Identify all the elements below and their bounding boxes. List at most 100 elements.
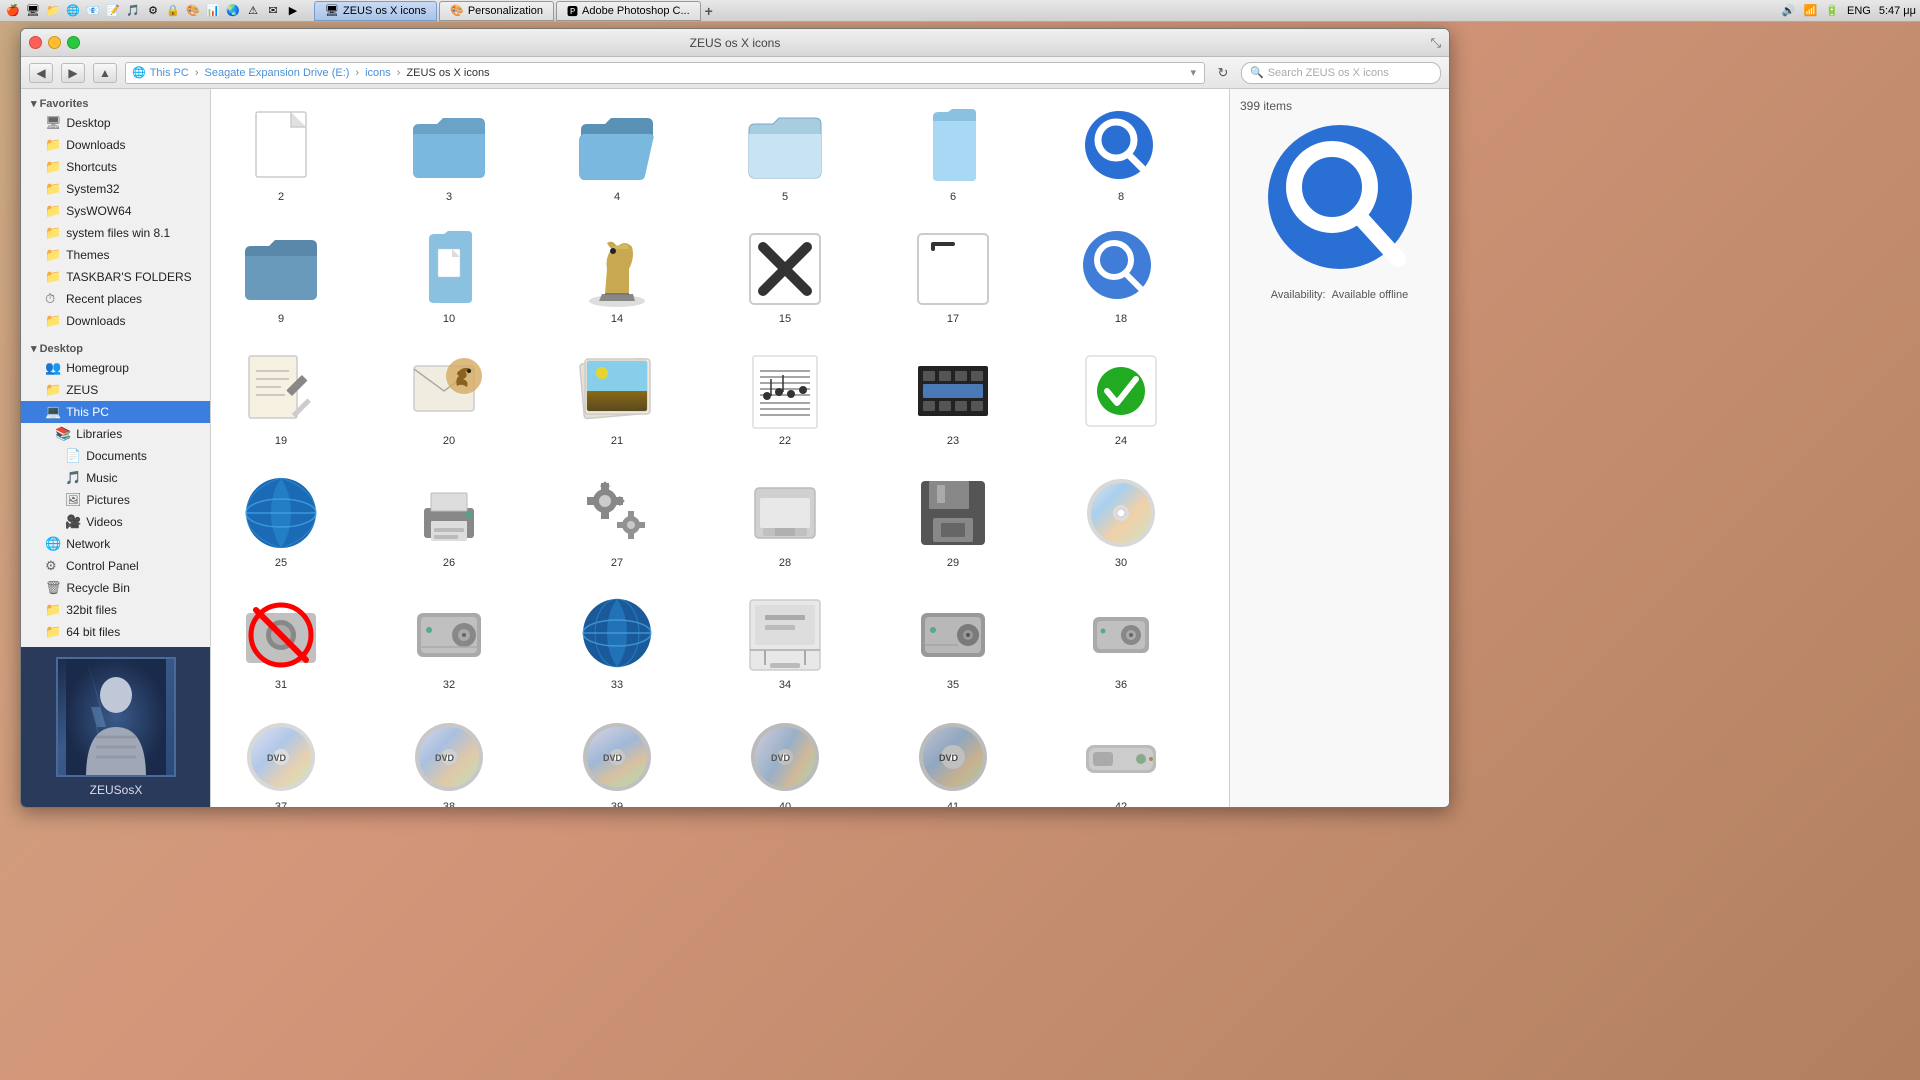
taskbar-icon-6[interactable]: 🎵 bbox=[124, 2, 142, 20]
taskbar-icon-2[interactable]: 📁 bbox=[44, 2, 62, 20]
taskbar-icon-13[interactable]: ✉ bbox=[264, 2, 282, 20]
breadcrumb-zeus[interactable]: ZEUS os X icons bbox=[406, 67, 489, 79]
taskbar-tab-personalization[interactable]: 🎨 Personalization bbox=[439, 1, 554, 21]
grid-item-23[interactable]: 23 bbox=[893, 343, 1013, 455]
maximize-button[interactable] bbox=[67, 36, 80, 49]
taskbar-icon-8[interactable]: 🔒 bbox=[164, 2, 182, 20]
taskbar-icon-10[interactable]: 📊 bbox=[204, 2, 222, 20]
taskbar-icon-11[interactable]: 🌏 bbox=[224, 2, 242, 20]
close-button[interactable] bbox=[29, 36, 42, 49]
grid-item-26[interactable]: 26 bbox=[389, 465, 509, 577]
taskbar-icon-12[interactable]: ⚠ bbox=[244, 2, 262, 20]
grid-item-18[interactable]: 18 bbox=[1061, 221, 1181, 333]
sidebar-item-zeus[interactable]: 📁 ZEUS bbox=[21, 379, 210, 401]
taskbar-icon-9[interactable]: 🎨 bbox=[184, 2, 202, 20]
sidebar-item-recent[interactable]: ⏱ Recent places bbox=[21, 288, 210, 310]
sidebar-item-downloads2[interactable]: 📁 Downloads bbox=[21, 310, 210, 332]
taskbar-network-icon[interactable]: 📶 bbox=[1804, 4, 1818, 17]
grid-item-34[interactable]: 34 bbox=[725, 587, 845, 699]
grid-item-31[interactable]: 31 bbox=[221, 587, 341, 699]
grid-item-20[interactable]: 20 bbox=[389, 343, 509, 455]
grid-item-27[interactable]: 27 bbox=[557, 465, 677, 577]
grid-item-2[interactable]: 2 bbox=[221, 99, 341, 211]
grid-item-15[interactable]: 15 bbox=[725, 221, 845, 333]
grid-item-5[interactable]: 5 bbox=[725, 99, 845, 211]
grid-item-22[interactable]: 22 bbox=[725, 343, 845, 455]
grid-item-29[interactable]: 29 bbox=[893, 465, 1013, 577]
grid-item-33[interactable]: 33 bbox=[557, 587, 677, 699]
sidebar-item-system32[interactable]: 📁 System32 bbox=[21, 178, 210, 200]
taskbar-icon-4[interactable]: 📧 bbox=[84, 2, 102, 20]
sidebar-item-32bit[interactable]: 📁 32bit files bbox=[21, 599, 210, 621]
grid-item-4[interactable]: 4 bbox=[557, 99, 677, 211]
window-resize-icon[interactable]: ⤡ bbox=[1431, 35, 1441, 51]
sidebar-item-shortcuts[interactable]: 📁 Shortcuts bbox=[21, 156, 210, 178]
sidebar-item-music[interactable]: 🎵 Music bbox=[21, 467, 210, 489]
sidebar-item-64bit[interactable]: 📁 64 bit files bbox=[21, 621, 210, 643]
grid-item-10[interactable]: 10 bbox=[389, 221, 509, 333]
sidebar-item-videos[interactable]: 🎥 Videos bbox=[21, 511, 210, 533]
grid-item-28[interactable]: 28 bbox=[725, 465, 845, 577]
grid-item-17[interactable]: 17 bbox=[893, 221, 1013, 333]
breadcrumb-thispc[interactable]: This PC bbox=[150, 67, 189, 79]
taskbar-icon-14[interactable]: ▶ bbox=[284, 2, 302, 20]
sidebar-item-libraries[interactable]: 📚 Libraries bbox=[21, 423, 210, 445]
grid-item-37[interactable]: DVD 37 bbox=[221, 709, 341, 807]
breadcrumb-icons[interactable]: icons bbox=[365, 67, 391, 79]
breadcrumb-seagate[interactable]: Seagate Expansion Drive (E:) bbox=[205, 67, 350, 79]
grid-item-25[interactable]: 25 bbox=[221, 465, 341, 577]
taskbar-icon-7[interactable]: ⚙ bbox=[144, 2, 162, 20]
sidebar-item-desktop[interactable]: 🖥 Desktop bbox=[21, 112, 210, 134]
grid-item-9[interactable]: 9 bbox=[221, 221, 341, 333]
taskbar-lang[interactable]: ENG bbox=[1847, 5, 1871, 17]
taskbar-icon-5[interactable]: 📝 bbox=[104, 2, 122, 20]
sidebar-item-recycle[interactable]: 🗑 Recycle Bin bbox=[21, 577, 210, 599]
sidebar-desktop-header[interactable]: ▾ Desktop bbox=[21, 338, 210, 357]
sidebar-item-controlpanel[interactable]: ⚙ Control Panel bbox=[21, 555, 210, 577]
grid-item-36[interactable]: 36 bbox=[1061, 587, 1181, 699]
sidebar-item-pictures[interactable]: 🖼 Pictures bbox=[21, 489, 210, 511]
sidebar-item-taskbars[interactable]: 📁 TASKBAR'S FOLDERS bbox=[21, 266, 210, 288]
sidebar-item-network[interactable]: 🌐 Network bbox=[21, 533, 210, 555]
address-bar[interactable]: 🌐 This PC › Seagate Expansion Drive (E:)… bbox=[125, 62, 1205, 84]
taskbar-icon-3[interactable]: 🌐 bbox=[64, 2, 82, 20]
search-box[interactable]: 🔍 Search ZEUS os X icons bbox=[1241, 62, 1441, 84]
grid-item-39[interactable]: DVD 39 bbox=[557, 709, 677, 807]
grid-item-24[interactable]: 24 bbox=[1061, 343, 1181, 455]
grid-item-3[interactable]: 3 bbox=[389, 99, 509, 211]
taskbar-new-tab-btn[interactable]: + bbox=[705, 3, 713, 19]
grid-item-38[interactable]: DVD 38 bbox=[389, 709, 509, 807]
sidebar-item-syswow64[interactable]: 📁 SysWOW64 bbox=[21, 200, 210, 222]
up-button[interactable]: ▲ bbox=[93, 63, 117, 83]
sidebar-item-documents[interactable]: 📄 Documents bbox=[21, 445, 210, 467]
grid-item-35[interactable]: 35 bbox=[893, 587, 1013, 699]
taskbar-tab-zeus[interactable]: 🖥 ZEUS os X icons bbox=[314, 1, 437, 21]
grid-item-40[interactable]: DVD 40 bbox=[725, 709, 845, 807]
grid-item-8[interactable]: 8 bbox=[1061, 99, 1181, 211]
taskbar-icon-1[interactable]: 🖥 bbox=[24, 2, 42, 20]
grid-item-6[interactable]: 6 bbox=[893, 99, 1013, 211]
taskbar-tab-photoshop[interactable]: 🅿 Adobe Photoshop C... bbox=[556, 1, 701, 21]
forward-button[interactable]: ▶ bbox=[61, 63, 85, 83]
refresh-button[interactable]: ↻ bbox=[1213, 63, 1233, 83]
minimize-button[interactable] bbox=[48, 36, 61, 49]
sidebar-favorites-header[interactable]: ▾ Favorites bbox=[21, 93, 210, 112]
taskbar-apple-icon[interactable]: 🍎 bbox=[4, 2, 22, 20]
address-dropdown-icon[interactable]: ▾ bbox=[1190, 66, 1196, 79]
sidebar-item-themes[interactable]: 📁 Themes bbox=[21, 244, 210, 266]
sidebar-item-thispc[interactable]: 💻 This PC bbox=[21, 401, 210, 423]
sidebar-item-homegroup[interactable]: 👥 Homegroup bbox=[21, 357, 210, 379]
grid-icon-25 bbox=[241, 473, 321, 553]
sidebar-item-downloads[interactable]: 📁 Downloads bbox=[21, 134, 210, 156]
taskbar-battery-icon[interactable]: 🔋 bbox=[1825, 4, 1839, 17]
grid-item-19[interactable]: 19 bbox=[221, 343, 341, 455]
grid-item-42[interactable]: 42 bbox=[1061, 709, 1181, 807]
grid-item-30[interactable]: 30 bbox=[1061, 465, 1181, 577]
grid-item-14[interactable]: 14 bbox=[557, 221, 677, 333]
grid-item-32[interactable]: 32 bbox=[389, 587, 509, 699]
taskbar-volume-icon[interactable]: 🔊 bbox=[1782, 4, 1796, 17]
grid-item-21[interactable]: 21 bbox=[557, 343, 677, 455]
back-button[interactable]: ◀ bbox=[29, 63, 53, 83]
sidebar-item-sysfiles[interactable]: 📁 system files win 8.1 bbox=[21, 222, 210, 244]
grid-item-41[interactable]: DVD 41 bbox=[893, 709, 1013, 807]
